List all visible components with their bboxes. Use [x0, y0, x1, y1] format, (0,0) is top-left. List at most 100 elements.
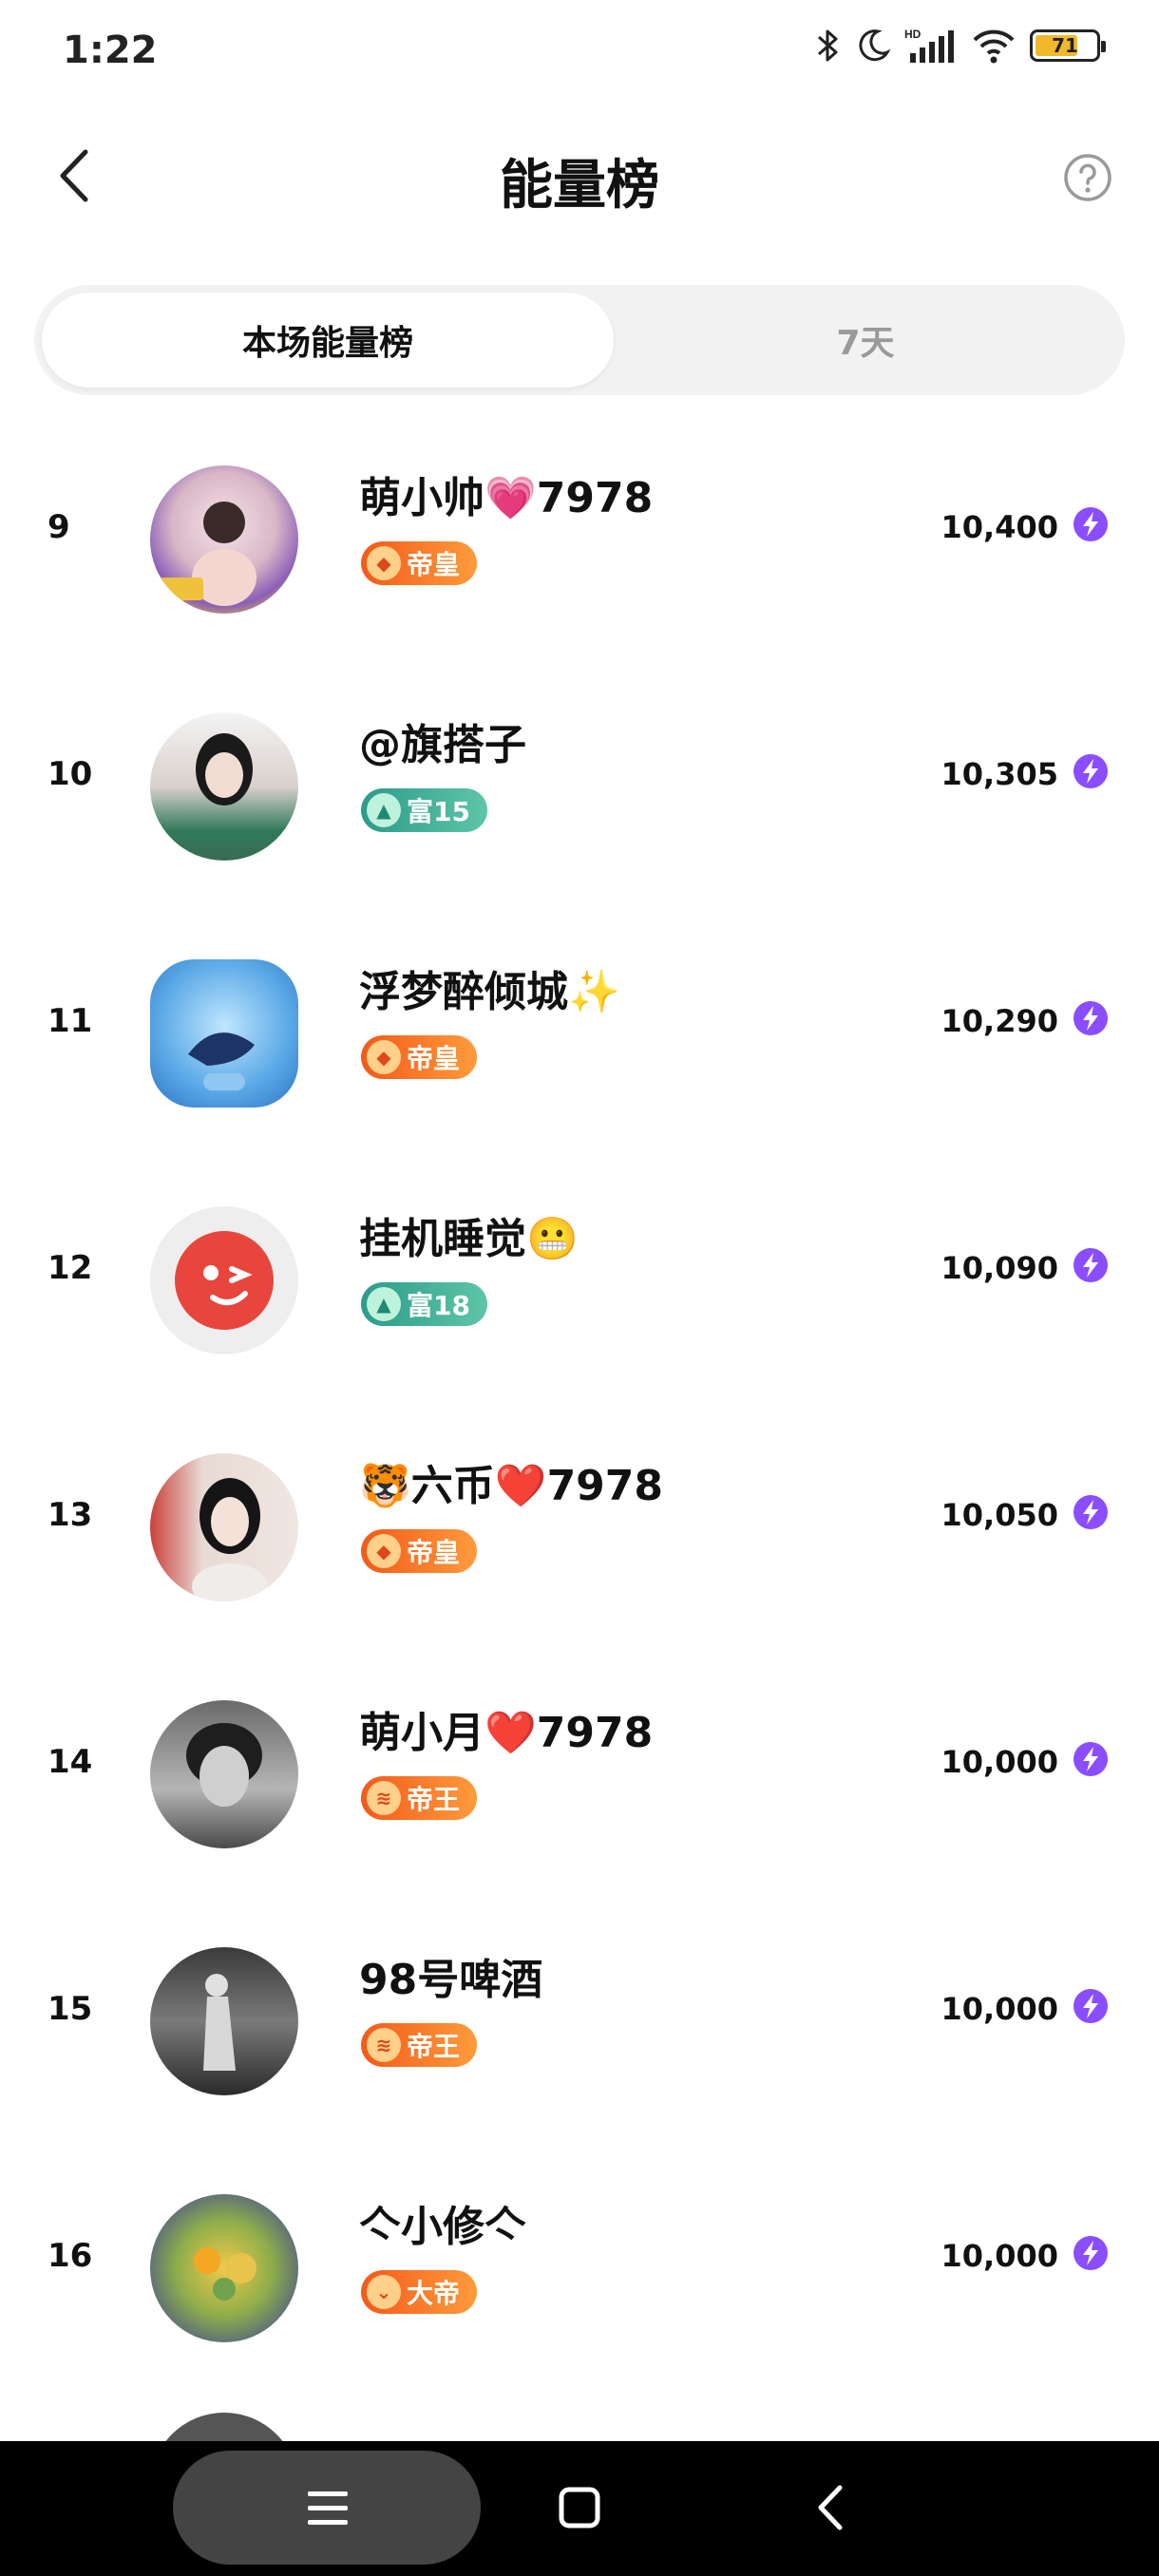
tab-7-days[interactable]: 7天	[614, 293, 1117, 388]
energy-lightning-icon	[1074, 1248, 1108, 1282]
avatar-image	[203, 1974, 236, 2071]
ranking-row[interactable]: 9 萌小帅💗7978 ◆ 帝皇 10,400	[0, 418, 1159, 665]
level-badge: ⌄ 大帝	[361, 2270, 478, 2314]
tab-bar: 本场能量榜 7天	[34, 285, 1125, 395]
energy-score: 10,050	[940, 1497, 1058, 1533]
badge-label: 帝皇	[407, 549, 461, 580]
badge-label: 富18	[407, 1290, 470, 1321]
help-button[interactable]	[1062, 152, 1113, 203]
ranking-row[interactable]: 15 98号啤酒 ≋ 帝王 10,000	[0, 1900, 1159, 2147]
rank-number: 15	[48, 1990, 93, 2028]
level-badge: ◆ 帝皇	[361, 541, 478, 585]
badge-label: 帝王	[407, 1784, 461, 1815]
avatar[interactable]	[150, 959, 298, 1108]
crown-gem-icon: ◆	[367, 546, 401, 580]
rank-number: 11	[48, 1002, 93, 1040]
avatar-image	[160, 502, 256, 606]
avatar-image	[188, 1032, 255, 1090]
rank-number: 9	[48, 508, 70, 546]
system-back-button[interactable]	[798, 2474, 864, 2541]
level-badge: ≋ 帝王	[361, 1776, 478, 1820]
moon-icon	[859, 29, 891, 62]
crown-gem-icon: ◆	[367, 1040, 401, 1074]
tab-current-session[interactable]: 本场能量榜	[42, 293, 614, 388]
svg-text:HD: HD	[904, 28, 922, 41]
energy-lightning-icon	[1074, 754, 1108, 788]
question-circle-icon	[1064, 154, 1112, 201]
hd-signal-icon: HD	[904, 28, 954, 63]
user-name: 98号啤酒	[359, 1956, 543, 2004]
menu-button[interactable]	[294, 2474, 361, 2541]
energy-lightning-icon	[1074, 1742, 1108, 1776]
energy-score: 10,400	[940, 509, 1058, 545]
level-badge: ≋ 帝王	[361, 2023, 478, 2067]
wifi-icon	[973, 29, 1015, 64]
badge-label: 大帝	[407, 2278, 461, 2309]
ranking-row[interactable]: 12 挂机睡觉😬 ▲ 富18 10,090	[0, 1159, 1159, 1406]
status-time: 1:22	[63, 28, 158, 72]
avatar[interactable]	[150, 712, 298, 861]
crown-gem-icon: ◆	[367, 1534, 401, 1568]
avatar[interactable]	[150, 1206, 298, 1354]
energy-score: 10,000	[940, 1744, 1058, 1780]
home-button[interactable]	[546, 2474, 613, 2541]
level-badge: ◆ 帝皇	[361, 1035, 478, 1079]
user-name: 🐯六币❤️7978	[359, 1462, 664, 1510]
chevron-rank-icon: ≋	[367, 1781, 401, 1815]
page-title: 能量榜	[500, 155, 659, 217]
energy-score: 10,305	[940, 756, 1058, 792]
ranking-row[interactable]: 16 亽小修亽 ⌄ 大帝 10,000	[0, 2147, 1159, 2394]
energy-lightning-icon	[1074, 1001, 1108, 1035]
energy-score: 10,000	[940, 2238, 1058, 2274]
ranking-row[interactable]: 11 浮梦醉倾城✨ ◆ 帝皇 10,290	[0, 912, 1159, 1159]
menu-icon	[308, 2491, 348, 2525]
badge-label: 富15	[407, 796, 470, 827]
triangle-icon: ▲	[367, 793, 401, 827]
system-nav-bar	[0, 2441, 1159, 2576]
level-badge: ▲ 富15	[361, 788, 487, 832]
ranking-row-partial[interactable]	[0, 2394, 1159, 2441]
battery-level: 71	[1052, 34, 1078, 57]
rank-number: 16	[48, 2237, 93, 2275]
rank-number: 13	[48, 1496, 93, 1534]
energy-lightning-icon	[1074, 1989, 1108, 2023]
chevron-down-badge-icon: ⌄	[367, 2275, 401, 2309]
energy-score: 10,090	[940, 1250, 1058, 1286]
energy-lightning-icon	[1074, 2236, 1108, 2270]
avatar-image	[194, 2247, 256, 2301]
level-badge: ◆ 帝皇	[361, 1529, 478, 1573]
level-badge: ▲ 富18	[361, 1282, 487, 1326]
energy-lightning-icon	[1074, 1495, 1108, 1529]
avatar[interactable]	[150, 2413, 298, 2441]
avatar[interactable]	[150, 1700, 298, 1848]
avatar-image	[186, 1723, 262, 1807]
badge-label: 帝皇	[407, 1537, 461, 1568]
energy-score: 10,000	[940, 1991, 1058, 2027]
user-name: 亽小修亽	[359, 2203, 526, 2251]
user-name: 挂机睡觉😬	[359, 1215, 579, 1263]
avatar-image	[196, 733, 253, 805]
status-bar: 1:22 HD 71	[0, 0, 1159, 114]
avatar-image	[192, 1478, 268, 1601]
badge-label: 帝皇	[407, 1043, 461, 1074]
avatar[interactable]	[150, 2194, 298, 2342]
status-icons: HD 71	[815, 27, 1106, 65]
avatar-image	[175, 1231, 274, 1330]
rank-number: 12	[48, 1249, 93, 1287]
avatar[interactable]	[150, 465, 298, 614]
energy-score: 10,290	[940, 1003, 1058, 1039]
ranking-row[interactable]: 10 @旗搭子 ▲ 富15 10,305	[0, 665, 1159, 912]
user-name: 萌小月❤️7978	[359, 1709, 654, 1757]
rank-number: 10	[48, 755, 93, 793]
chevron-rank-icon: ≋	[367, 2028, 401, 2062]
battery-icon: 71	[1030, 29, 1106, 62]
ranking-row[interactable]: 14 萌小月❤️7978 ≋ 帝王 10,000	[0, 1653, 1159, 1900]
ranking-row[interactable]: 13 🐯六币❤️7978 ◆ 帝皇 10,050	[0, 1406, 1159, 1653]
nav-header: 能量榜	[0, 114, 1159, 237]
avatar[interactable]	[150, 1453, 298, 1601]
rank-number: 14	[48, 1743, 93, 1781]
bluetooth-icon	[818, 29, 838, 62]
energy-lightning-icon	[1074, 507, 1108, 541]
avatar[interactable]	[150, 1947, 298, 2095]
chevron-left-icon	[818, 2485, 843, 2530]
